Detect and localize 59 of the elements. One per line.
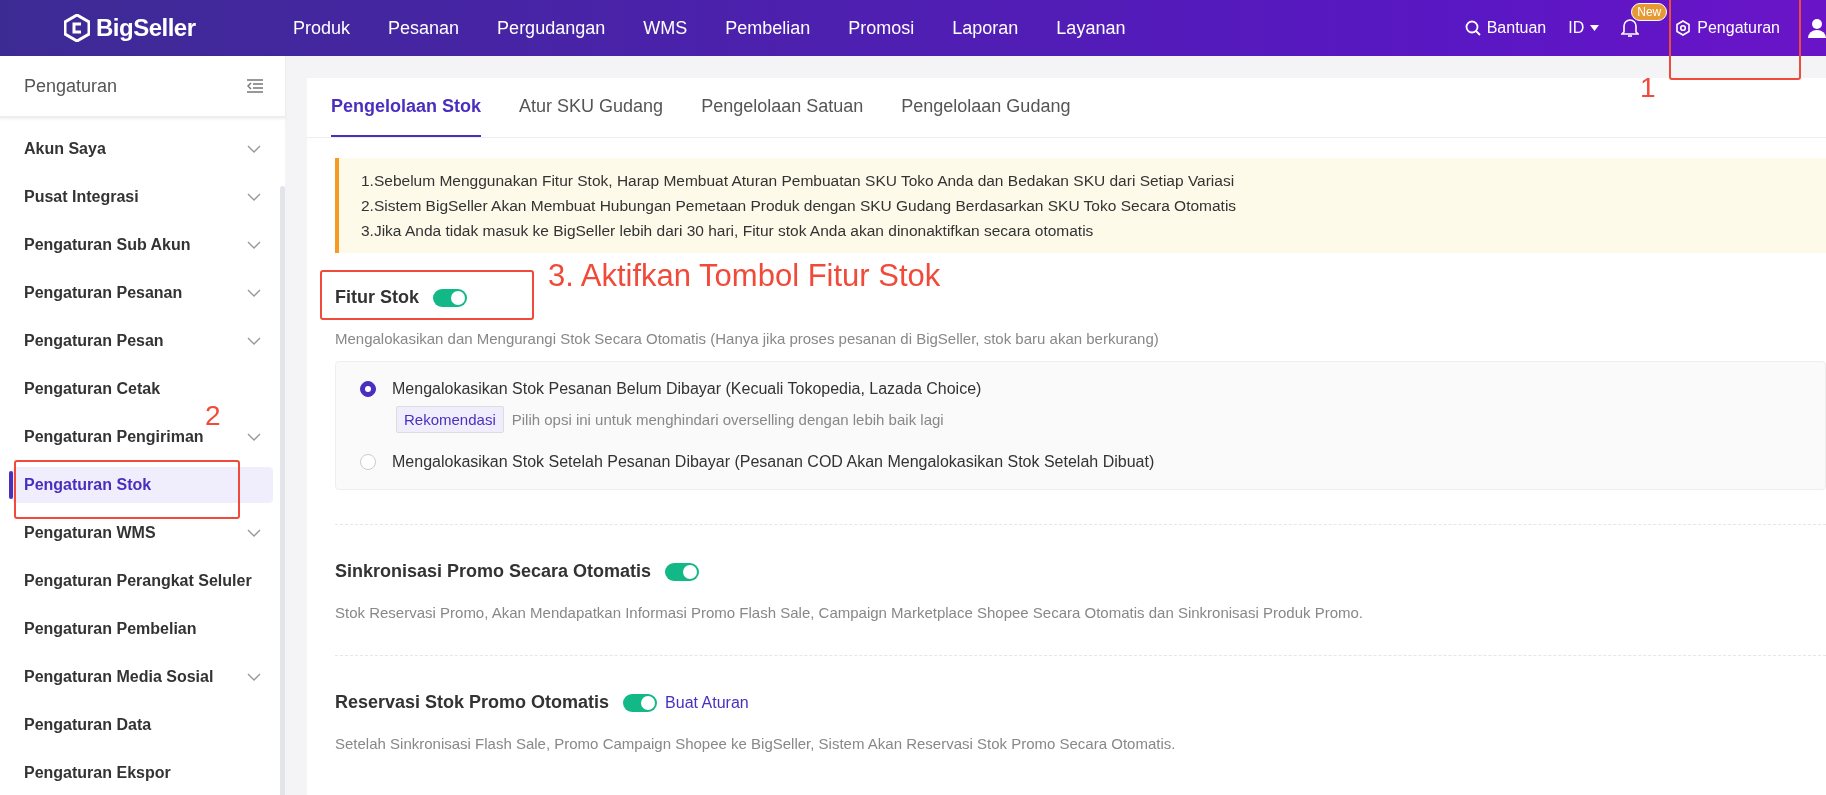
search-icon[interactable] [1464, 20, 1481, 36]
option-label[interactable]: Mengalokasikan Stok Pesanan Belum Dibayar (Kecuali Tokopedia, Lazada Choice) [392, 380, 982, 398]
help-link[interactable]: Bantuan [1486, 19, 1547, 37]
nav-menu-item[interactable]: Pembelian [721, 13, 815, 43]
section-description: Stok Reservasi Promo, Akan Mendapatkan Informasi Promo Flash Sale, Campaign Marketplace Shopee Secara Otomatis dan Sinkronisasi Produk Promo. [335, 604, 1364, 621]
section-description: Mengalokasikan dan Mengurangi Stok Secara Otomatis (Hanya jika proses pesanan di BigSeller, stok baru akan berkurang) [335, 330, 1160, 347]
sidebar-menu-item[interactable]: Pengaturan Pembelian [12, 611, 273, 647]
notice-text: 1.Sebelum Menggunakan Fitur Stok, Harap Membuat Aturan Pembuatan SKU Toko Anda dan Bedakan SKU dari Setiap Variasi [361, 171, 1236, 191]
sidebar-menu-item[interactable]: Pengaturan WMS [12, 515, 273, 551]
brand-logo-text: BigSeller [96, 14, 196, 42]
sidebar-menu-item[interactable]: Pengaturan Media Sosial [12, 659, 273, 695]
nav-menu-item[interactable]: Pesanan [384, 13, 464, 43]
sidebar-menu-item[interactable]: Akun Saya [12, 131, 273, 167]
nav-menu-item[interactable]: WMS [639, 13, 692, 43]
sidebar-title: Pengaturan [24, 75, 118, 97]
annotation-number: 1 [1640, 72, 1656, 104]
nav-menu-item[interactable]: Produk [289, 13, 355, 43]
bell-icon[interactable] [1621, 18, 1640, 38]
section-title: Reservasi Stok Promo Otomatis [335, 692, 610, 713]
sidebar-menu-item[interactable]: Pusat Integrasi [12, 179, 273, 215]
toggle-switch[interactable] [665, 562, 700, 581]
tab[interactable]: Pengelolaan Gudang [901, 78, 1071, 137]
settings-link[interactable]: Pengaturan [1697, 19, 1780, 37]
radio-button[interactable] [360, 381, 376, 397]
language-selector[interactable]: ID [1568, 19, 1585, 37]
logo-icon [64, 14, 90, 42]
collapse-menu-icon[interactable] [247, 79, 263, 93]
nav-menu-item[interactable]: Laporan [948, 13, 1023, 43]
nav-menu-item[interactable]: Promosi [844, 13, 919, 43]
notice-text: 2.Sistem BigSeller Akan Membuat Hubungan Pemetaan Produk dengan SKU Gudang Berdasarkan SKU Toko Secara Otomatis [361, 196, 1238, 216]
tab[interactable]: Pengelolaan Stok [331, 78, 482, 137]
nav-menu-item[interactable]: Pergudangan [493, 13, 610, 43]
option-hint: Pilih opsi ini untuk menghindari overselling dengan lebih baik lagi [511, 411, 944, 428]
sidebar-menu-item[interactable]: Pengaturan Pesan [12, 323, 273, 359]
recommendation-tag: Rekomendasi [396, 406, 504, 433]
option-label[interactable]: Mengalokasikan Stok Setelah Pesanan Dibayar (Pesanan COD Akan Mengalokasikan Stok Setelah Dibuat) [392, 453, 1155, 471]
annotation-text: 3. Aktifkan Tombol Fitur Stok [548, 258, 941, 294]
section-title: Fitur Stok [335, 287, 419, 308]
section-description: Setelah Sinkronisasi Flash Sale, Promo Campaign Shopee ke BigSeller, Sistem Akan Reservasi Stok Promo Secara Otomatis. [335, 735, 1177, 752]
notice-text: 3.Jika Anda tidak masuk ke BigSeller lebih dari 30 hari, Fitur stok Anda akan dinonaktifkan secara otomatis [361, 221, 1095, 241]
nav-menu-item[interactable]: Layanan [1052, 13, 1130, 43]
sidebar-menu-item[interactable]: Pengaturan Perangkat Seluler [12, 563, 273, 599]
sidebar-menu-item[interactable]: Pengaturan Sub Akun [12, 227, 273, 263]
create-rule-link[interactable]: Buat Aturan [665, 693, 749, 712]
sidebar-menu-item[interactable]: Pengaturan Cetak [12, 371, 273, 407]
section-title: Sinkronisasi Promo Secara Otomatis [335, 561, 652, 582]
tab[interactable]: Pengelolaan Satuan [701, 78, 864, 137]
scrollbar[interactable] [280, 186, 285, 795]
toggle-switch[interactable] [623, 693, 658, 712]
user-icon[interactable] [1808, 18, 1826, 38]
caret-down-icon [1590, 25, 1600, 31]
tab[interactable]: Atur SKU Gudang [519, 78, 664, 137]
sidebar-menu-item[interactable]: Pengaturan Data [12, 707, 273, 743]
toggle-switch[interactable] [433, 288, 467, 307]
sidebar-menu-item[interactable]: Pengaturan Stok [12, 467, 273, 503]
sidebar-menu-item[interactable]: Pengaturan Pesanan [12, 275, 273, 311]
new-badge: New [1631, 3, 1668, 21]
settings-icon[interactable] [1675, 20, 1692, 36]
sidebar-menu-item[interactable]: Pengaturan Ekspor [12, 755, 273, 791]
